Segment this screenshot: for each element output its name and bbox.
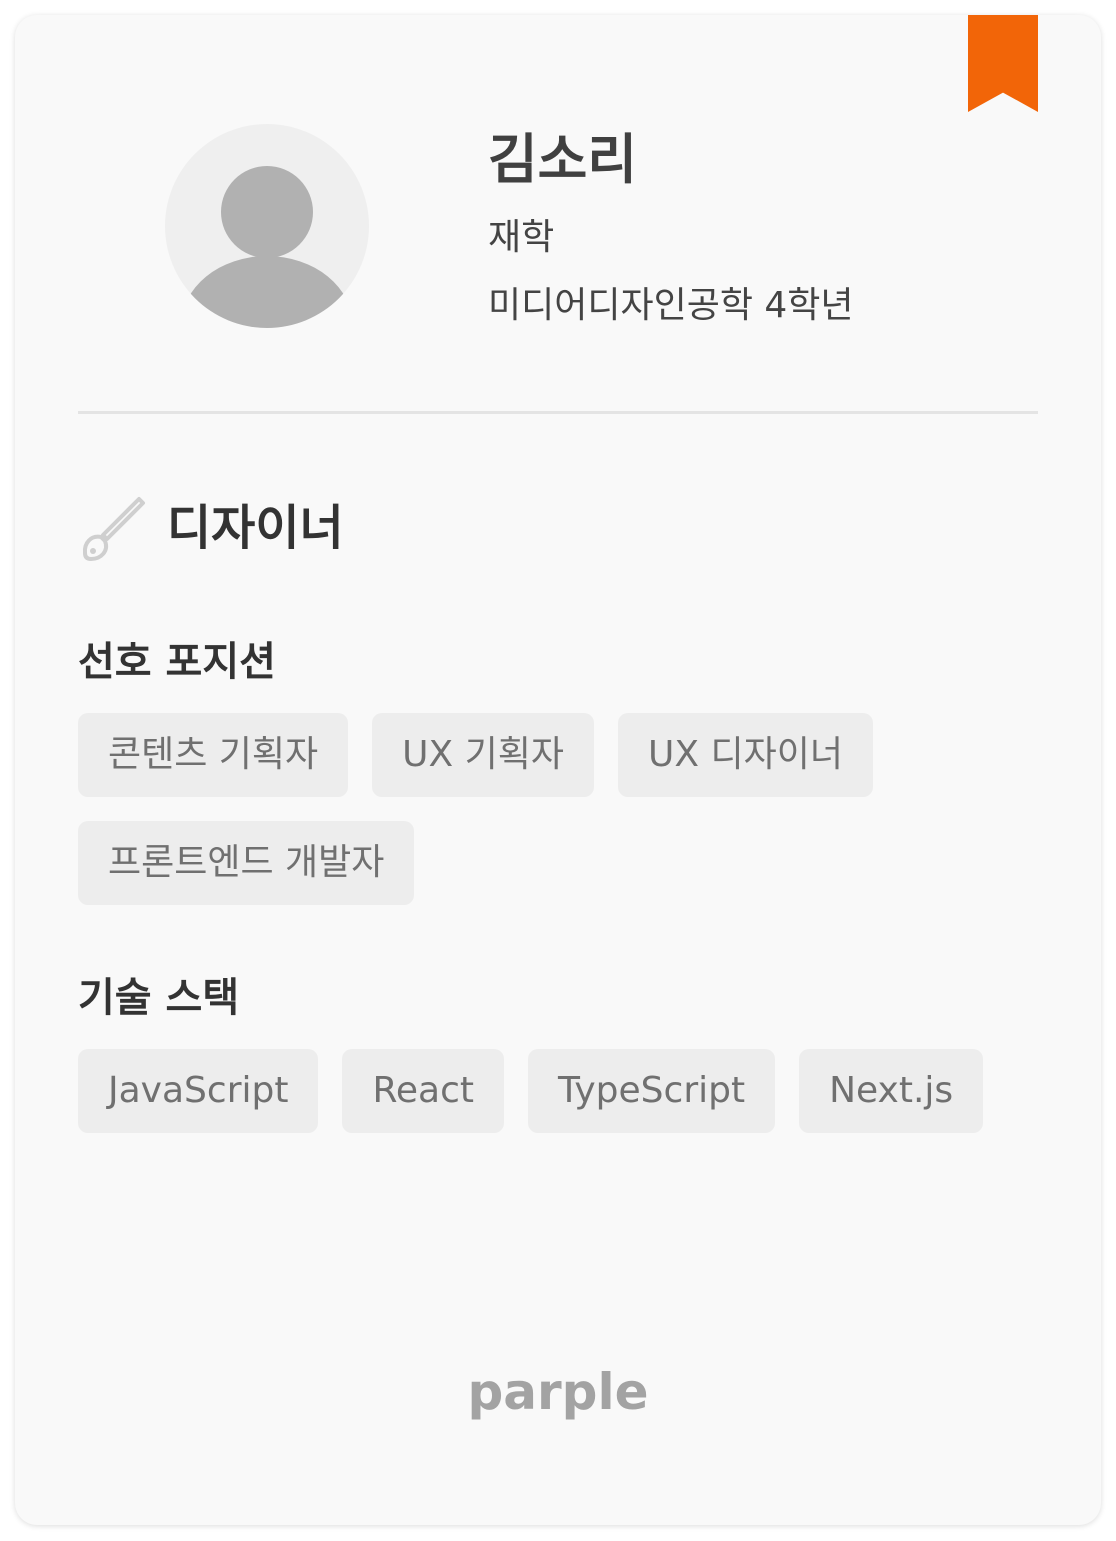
profile-name: 김소리 <box>488 128 638 191</box>
stack-tag[interactable]: TypeScript <box>527 1049 776 1133</box>
brand-logo: parple <box>467 1363 649 1421</box>
bookmark-icon[interactable] <box>968 15 1038 112</box>
tech-stack-list: JavaScript React TypeScript Next.js <box>78 1049 998 1133</box>
avatar-body <box>181 256 353 328</box>
stack-tag[interactable]: JavaScript <box>78 1049 319 1133</box>
profile-card: 김소리 재학 미디어디자인공학 4학년 디자이너 선호 포지션 콘텐츠 기획자 … <box>15 15 1101 1525</box>
preferred-positions-title: 선호 포지션 <box>78 639 276 685</box>
position-tag[interactable]: 콘텐츠 기획자 <box>78 713 349 797</box>
major-year: 미디어디자인공학 4학년 <box>488 285 854 326</box>
divider <box>78 411 1038 414</box>
preferred-positions-list: 콘텐츠 기획자 UX 기획자 UX 디자이너 프론트엔드 개발자 <box>78 713 998 905</box>
enrollment-status: 재학 <box>488 217 555 258</box>
user-avatar-icon <box>165 124 369 328</box>
tech-stack-title: 기술 스택 <box>78 975 240 1021</box>
avatar-head <box>221 166 313 258</box>
stack-tag[interactable]: Next.js <box>799 1049 984 1133</box>
paintbrush-icon <box>82 497 145 561</box>
position-tag[interactable]: UX 기획자 <box>372 713 594 797</box>
position-tag[interactable]: UX 디자이너 <box>618 713 873 797</box>
position-tag[interactable]: 프론트엔드 개발자 <box>78 821 415 905</box>
stack-tag[interactable]: React <box>342 1049 504 1133</box>
role-title: 디자이너 <box>167 500 344 556</box>
